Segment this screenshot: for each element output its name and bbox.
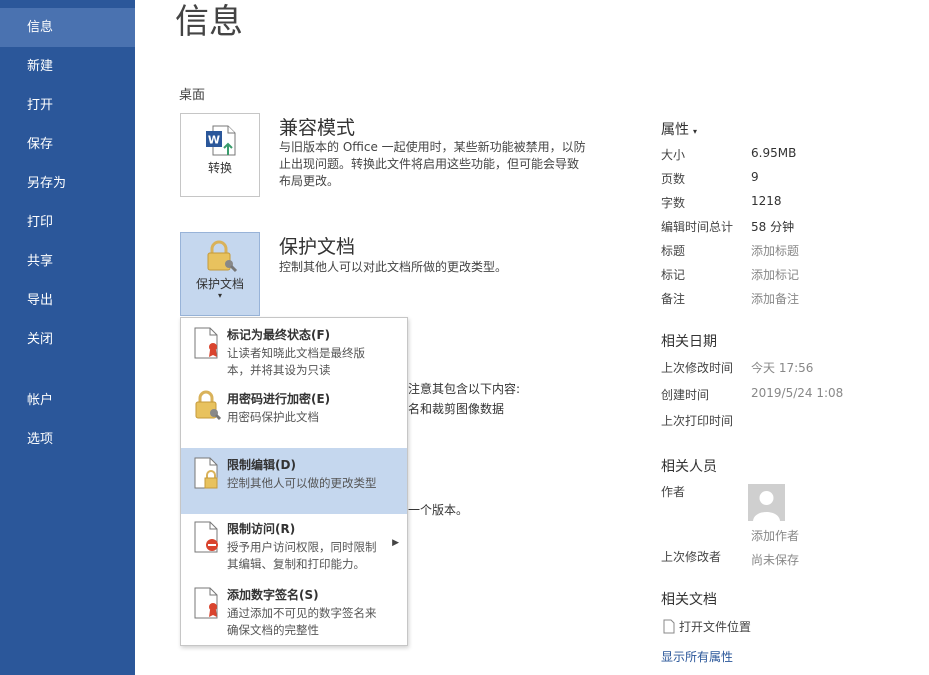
- protect-desc: 控制其他人可以对此文档所做的更改类型。: [279, 260, 508, 274]
- prop-words-label: 字数: [661, 196, 686, 210]
- nav-share[interactable]: 共享: [0, 242, 135, 281]
- show-all-properties-link[interactable]: 显示所有属性: [661, 648, 733, 665]
- last-modified-by-value: 尚未保存: [751, 553, 800, 567]
- file-icon: [663, 619, 675, 634]
- nav-account[interactable]: 帐户: [0, 381, 135, 420]
- svg-text:W: W: [208, 134, 220, 147]
- related-docs-title: 相关文档: [661, 592, 717, 608]
- prop-tags-label: 标记: [661, 268, 686, 282]
- lock-key-icon: [195, 390, 221, 421]
- prop-words-value: 1218: [751, 194, 782, 208]
- inspect-fragment-1: 注意其包含以下内容:: [408, 382, 521, 396]
- lock-key-icon: [207, 240, 238, 273]
- prop-edit-time-label: 编辑时间总计: [661, 220, 734, 234]
- menu-restrict-access[interactable]: 限制访问(R) 授予用户访问权限，同时限制 其编辑、复制和打印能力。 ▶: [181, 514, 407, 580]
- created-value: 2019/5/24 1:08: [751, 386, 844, 400]
- created-label: 创建时间: [661, 388, 710, 402]
- prop-tags-value[interactable]: 添加标记: [751, 266, 799, 283]
- avatar: [748, 484, 785, 521]
- nav-save-as[interactable]: 另存为: [0, 164, 135, 203]
- mark-final-icon: [194, 327, 218, 359]
- prop-size-value: 6.95MB: [751, 146, 797, 160]
- last-modified-value: 今天 17:56: [751, 361, 814, 375]
- prop-title-value[interactable]: 添加标题: [751, 242, 799, 259]
- prop-edit-time-value: 58 分钟: [751, 220, 795, 234]
- convert-button-label: 转换: [207, 161, 232, 175]
- nav-print[interactable]: 打印: [0, 203, 135, 242]
- protect-title: 保护文档: [279, 236, 356, 258]
- last-printed-label: 上次打印时间: [661, 414, 734, 428]
- submenu-arrow-icon: ▶: [392, 538, 399, 548]
- menu-encrypt-with-password[interactable]: 用密码进行加密(E) 用密码保护此文档: [181, 382, 407, 448]
- related-dates-title: 相关日期: [661, 334, 717, 350]
- convert-button[interactable]: W 转换: [180, 113, 260, 197]
- page-title: 信息: [175, 2, 243, 42]
- protect-document-button-label: 保护文档: [195, 277, 244, 291]
- prop-pages-value: 9: [751, 170, 759, 184]
- nav-new[interactable]: 新建: [0, 47, 135, 86]
- prop-comments-label: 备注: [661, 292, 686, 306]
- menu-add-digital-signature[interactable]: 添加数字签名(S) 通过添加不可见的数字签名来 确保文档的完整性: [181, 580, 407, 646]
- prop-comments-value[interactable]: 添加备注: [751, 290, 799, 307]
- person-icon: [753, 491, 780, 521]
- related-people-title: 相关人员: [661, 459, 717, 475]
- menu-restrict-editing[interactable]: 限制编辑(D) 控制其他人可以做的更改类型: [181, 448, 407, 514]
- signature-icon: [194, 587, 218, 619]
- nav-open[interactable]: 打开: [0, 86, 135, 125]
- compat-desc: 与旧版本的 Office 一起使用时，某些新功能被禁用，以防 止出现问题。转换此…: [279, 140, 586, 188]
- menu-mark-as-final[interactable]: 标记为最终状态(F) 让读者知晓此文档是最终版 本，并将其设为只读: [181, 318, 407, 382]
- prop-pages-label: 页数: [661, 172, 686, 186]
- versions-fragment: 一个版本。: [408, 503, 469, 517]
- inspect-fragment-2: 名和裁剪图像数据: [408, 402, 505, 416]
- author-label: 作者: [661, 485, 686, 499]
- last-modified-label: 上次修改时间: [661, 361, 734, 375]
- properties-header[interactable]: 属性 ▾: [661, 119, 697, 139]
- chevron-down-icon: ▾: [693, 127, 698, 136]
- protect-document-button[interactable]: 保护文档 ▾: [180, 232, 260, 316]
- nav-info[interactable]: 信息: [0, 8, 135, 47]
- last-modified-by-label: 上次修改者: [661, 550, 722, 564]
- file-location: 桌面: [179, 88, 206, 103]
- add-author-link[interactable]: 添加作者: [751, 527, 799, 544]
- nav-save[interactable]: 保存: [0, 125, 135, 164]
- protect-document-menu: 标记为最终状态(F) 让读者知晓此文档是最终版 本，并将其设为只读 用密码进行加…: [180, 317, 408, 646]
- nav-export[interactable]: 导出: [0, 281, 135, 320]
- restrict-access-icon: [194, 521, 218, 553]
- open-file-location-link[interactable]: 打开文件位置: [663, 618, 751, 635]
- backstage-sidebar: 信息 新建 打开 保存 另存为 打印 共享 导出 关闭 帐户 选项: [0, 0, 135, 675]
- word-convert-icon: W: [206, 125, 236, 156]
- nav-options[interactable]: 选项: [0, 420, 135, 459]
- dropdown-arrow-icon: ▾: [217, 291, 222, 300]
- prop-title-label: 标题: [661, 244, 686, 258]
- prop-size-label: 大小: [661, 148, 686, 162]
- nav-close[interactable]: 关闭: [0, 320, 135, 359]
- restrict-editing-icon: [194, 457, 218, 489]
- compat-title: 兼容模式: [279, 117, 356, 139]
